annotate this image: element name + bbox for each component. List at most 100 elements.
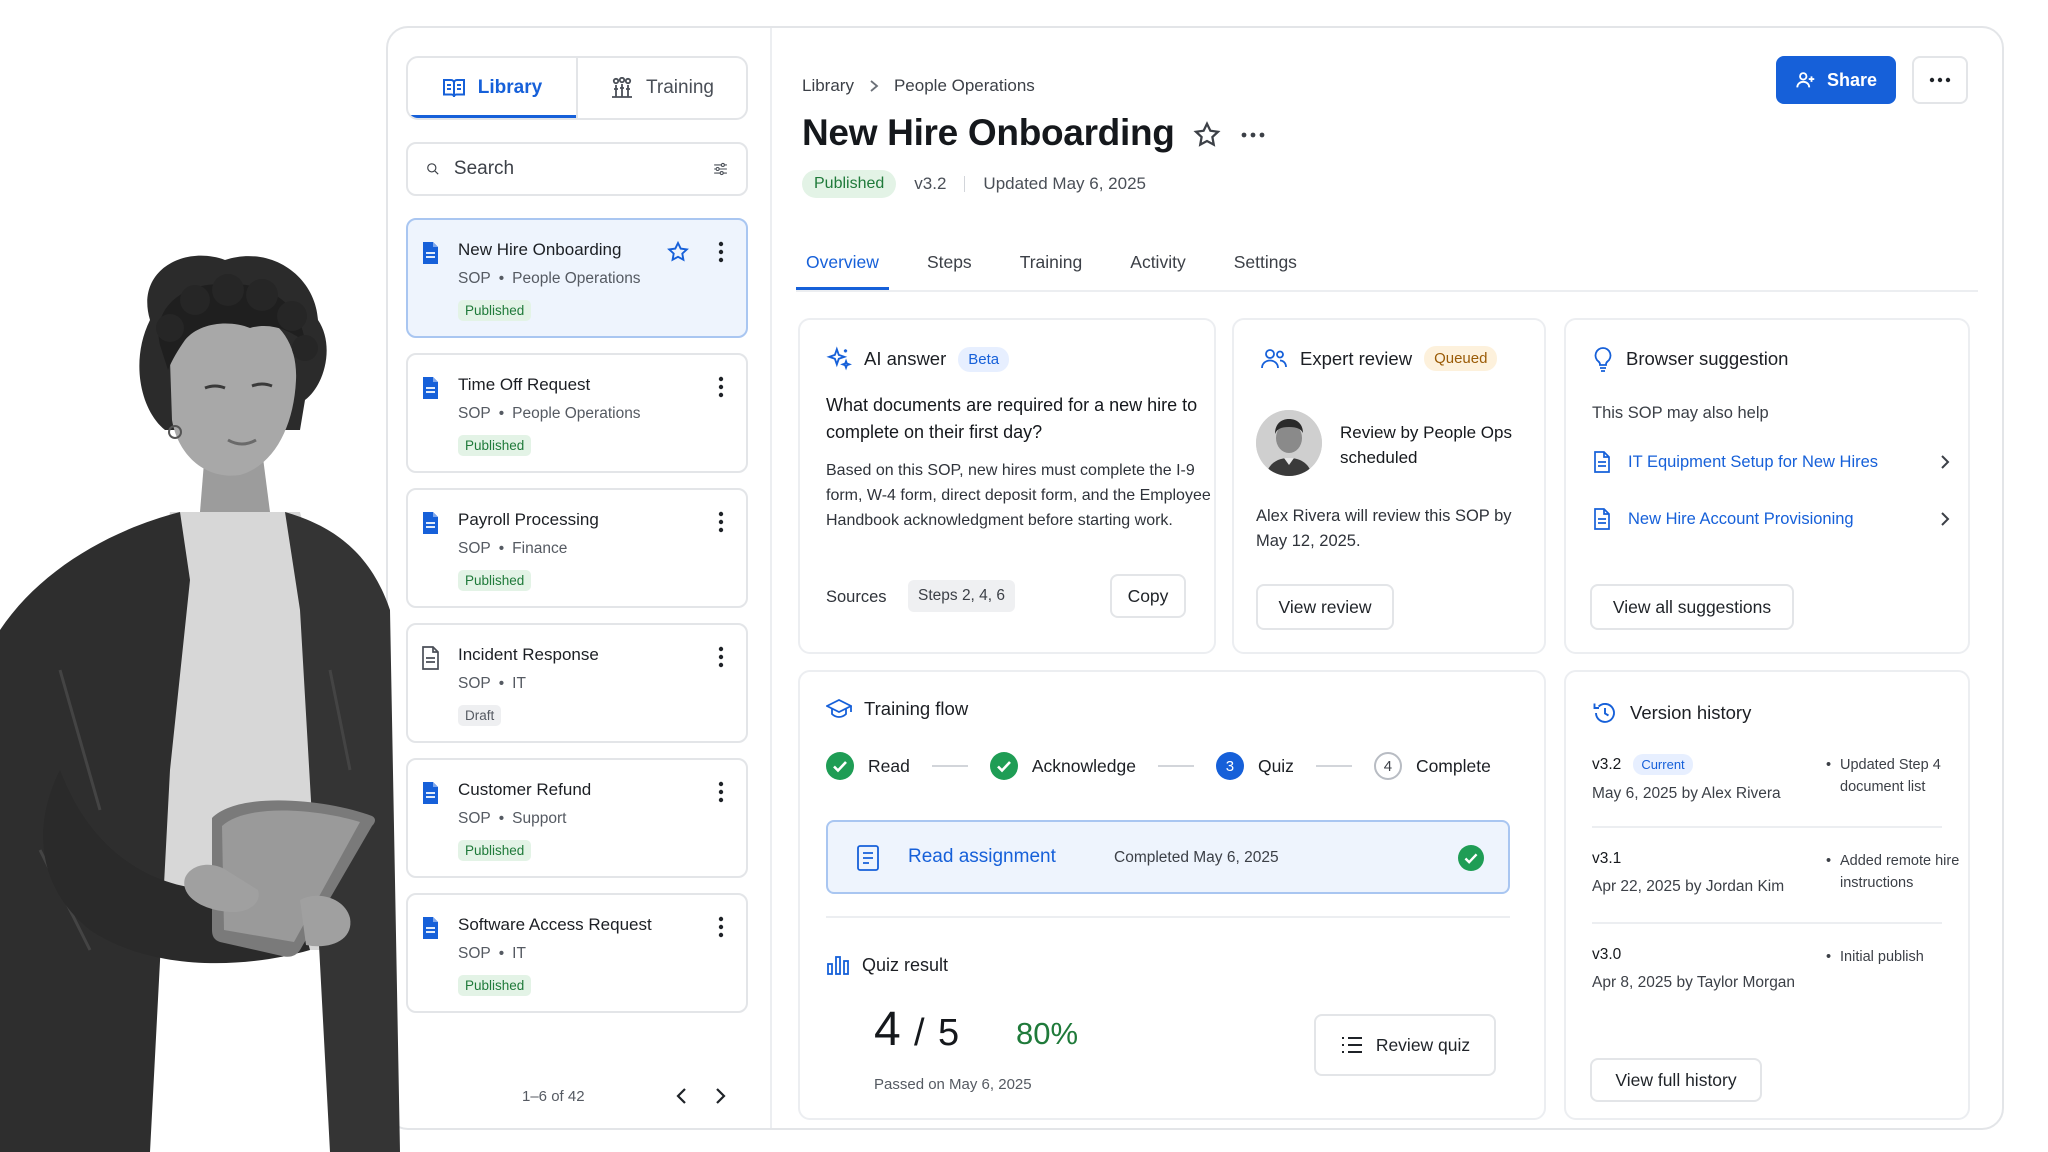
review-quiz-button[interactable]: Review quiz <box>1314 1014 1496 1076</box>
tab-training-label: Training <box>646 77 714 98</box>
document-type: SOP <box>458 810 491 827</box>
quiz-score-value: 4 <box>874 1003 901 1056</box>
version-note: Initial publish <box>1824 946 1972 968</box>
document-list-item[interactable]: Customer Refund SOP • Support Published <box>406 758 748 878</box>
tab-steps[interactable]: Steps <box>917 236 982 288</box>
tab-library-label: Library <box>477 77 543 98</box>
avatar <box>1256 410 1322 476</box>
document-department: Support <box>512 810 567 827</box>
lightbulb-icon <box>1594 347 1612 372</box>
divider <box>964 176 966 192</box>
quiz-percent: 80% <box>1016 1016 1079 1051</box>
quiz-result-title: Quiz result <box>862 954 949 975</box>
pagination: 1–6 of 42 <box>406 1076 748 1116</box>
document-list-item[interactable]: Software Access Request SOP • IT Published <box>406 893 748 1013</box>
star-icon[interactable] <box>666 240 690 264</box>
quiz-score: 4 / 5 <box>874 1002 959 1057</box>
version-item[interactable]: v3.2Current May 6, 2025 by Alex Rivera U… <box>1592 754 1962 803</box>
tab-activity[interactable]: Activity <box>1120 236 1195 288</box>
more-horizontal-icon[interactable] <box>1238 120 1268 150</box>
chevron-left-icon[interactable] <box>670 1084 694 1108</box>
version-number: v3.2 <box>1592 755 1622 773</box>
version-item[interactable]: v3.0 Apr 8, 2025 by Taylor Morgan Initia… <box>1592 946 1962 992</box>
queued-badge: Queued <box>1424 346 1498 371</box>
app-window: Library Training New Hire Onboarding SOP •… <box>386 26 2004 1130</box>
more-vertical-icon[interactable] <box>714 780 728 804</box>
tab-training-content[interactable]: Training <box>1010 236 1093 288</box>
status-badge: Published <box>458 975 532 996</box>
version-item[interactable]: v3.1 Apr 22, 2025 by Jordan Kim Added re… <box>1592 850 1962 896</box>
document-title: Payroll Processing <box>458 510 599 529</box>
step-number: 4 <box>1373 752 1402 780</box>
person-with-tablet-photo <box>0 255 400 1152</box>
quiz-passed-date: Passed on May 6, 2025 <box>874 1076 1032 1093</box>
document-list-item[interactable]: Time Off Request SOP • People Operations Pub… <box>406 353 748 473</box>
share-button[interactable]: Share <box>1776 56 1896 104</box>
sources-chip[interactable]: Steps 2, 4, 6 <box>908 580 1016 612</box>
book-open-icon <box>442 79 465 98</box>
read-assignment-row[interactable]: Read assignment Completed May 6, 2025 <box>826 820 1510 894</box>
view-full-history-button[interactable]: View full history <box>1590 1058 1762 1102</box>
sidebar: Library Training New Hire Onboarding SOP •… <box>388 28 772 1128</box>
training-flow-title: Training flow <box>864 698 969 719</box>
graduation-cap-icon <box>826 698 852 718</box>
breadcrumb-people-operations[interactable]: People Operations <box>894 76 1035 96</box>
updated-label: Updated May 6, 2025 <box>983 174 1146 193</box>
ai-answer-header: AI answer Beta <box>826 346 1010 372</box>
tab-overview[interactable]: Overview <box>796 236 889 290</box>
history-icon <box>1593 702 1615 723</box>
document-icon <box>857 845 879 871</box>
tab-library[interactable]: Library <box>408 58 576 118</box>
quiz-result-header: Quiz result <box>826 954 948 976</box>
expert-review-title: Expert review <box>1300 347 1413 369</box>
more-vertical-icon[interactable] <box>714 915 728 939</box>
view-all-suggestions-button[interactable]: View all suggestions <box>1590 584 1794 630</box>
status-badge: Published <box>458 435 532 456</box>
step-connector <box>1315 765 1352 767</box>
more-vertical-icon[interactable] <box>714 645 728 669</box>
current-badge: Current <box>1633 754 1693 775</box>
meta-separator: • <box>498 405 505 422</box>
chevron-right-icon[interactable] <box>708 1084 732 1108</box>
suggestion-subtitle: This SOP may also help <box>1592 404 1769 422</box>
document-icon <box>423 242 438 264</box>
ai-answer-card: AI answer Beta What documents are requir… <box>798 318 1216 654</box>
more-options-button[interactable] <box>1912 56 1968 104</box>
assignment-completed: Completed May 6, 2025 <box>1114 849 1279 866</box>
document-type: SOP <box>458 405 491 422</box>
suggestion-link-label: IT Equipment Setup for New Hires <box>1628 452 1879 471</box>
search-input[interactable] <box>453 158 699 180</box>
status-badge: Published <box>802 170 897 198</box>
filter-sliders-icon[interactable] <box>713 157 728 181</box>
quiz-score-total: 5 <box>937 1012 960 1054</box>
more-vertical-icon[interactable] <box>714 510 728 534</box>
more-vertical-icon[interactable] <box>714 240 728 264</box>
expert-review-card: Expert review Queued Review by People Op… <box>1232 318 1546 654</box>
document-title: New Hire Onboarding <box>458 240 622 259</box>
suggestion-link[interactable]: IT Equipment Setup for New Hires <box>1592 450 1952 474</box>
document-list-item[interactable]: Payroll Processing SOP • Finance Published <box>406 488 748 608</box>
training-flow-header: Training flow <box>826 698 968 720</box>
version-label: v3.2 <box>914 174 947 193</box>
ai-answer-title: AI answer <box>864 348 947 369</box>
star-icon[interactable] <box>1192 120 1222 150</box>
document-list: New Hire Onboarding SOP • People Operations… <box>406 218 748 1028</box>
tab-settings[interactable]: Settings <box>1224 236 1307 288</box>
bar-chart-icon <box>827 956 849 975</box>
meta-separator: • <box>498 675 505 692</box>
document-icon <box>1594 508 1610 530</box>
document-list-item[interactable]: Incident Response SOP • IT Draft <box>406 623 748 743</box>
review-status-title: Review by People Ops scheduled <box>1340 423 1512 467</box>
breadcrumb-library[interactable]: Library <box>802 76 854 96</box>
suggestion-link[interactable]: New Hire Account Provisioning <box>1592 507 1952 531</box>
copy-button[interactable]: Copy <box>1110 574 1186 618</box>
tab-training[interactable]: Training <box>576 58 746 118</box>
training-icon <box>612 77 633 98</box>
view-review-button[interactable]: View review <box>1256 584 1394 630</box>
version-note: Updated Step 4 document list <box>1824 754 1972 798</box>
more-vertical-icon[interactable] <box>714 375 728 399</box>
main-content: Library People Operations New Hire Onboa… <box>772 28 2002 1128</box>
quiz-score-separator: / <box>914 1012 925 1054</box>
document-list-item[interactable]: New Hire Onboarding SOP • People Operations… <box>406 218 748 338</box>
status-badge: Published <box>458 840 532 861</box>
